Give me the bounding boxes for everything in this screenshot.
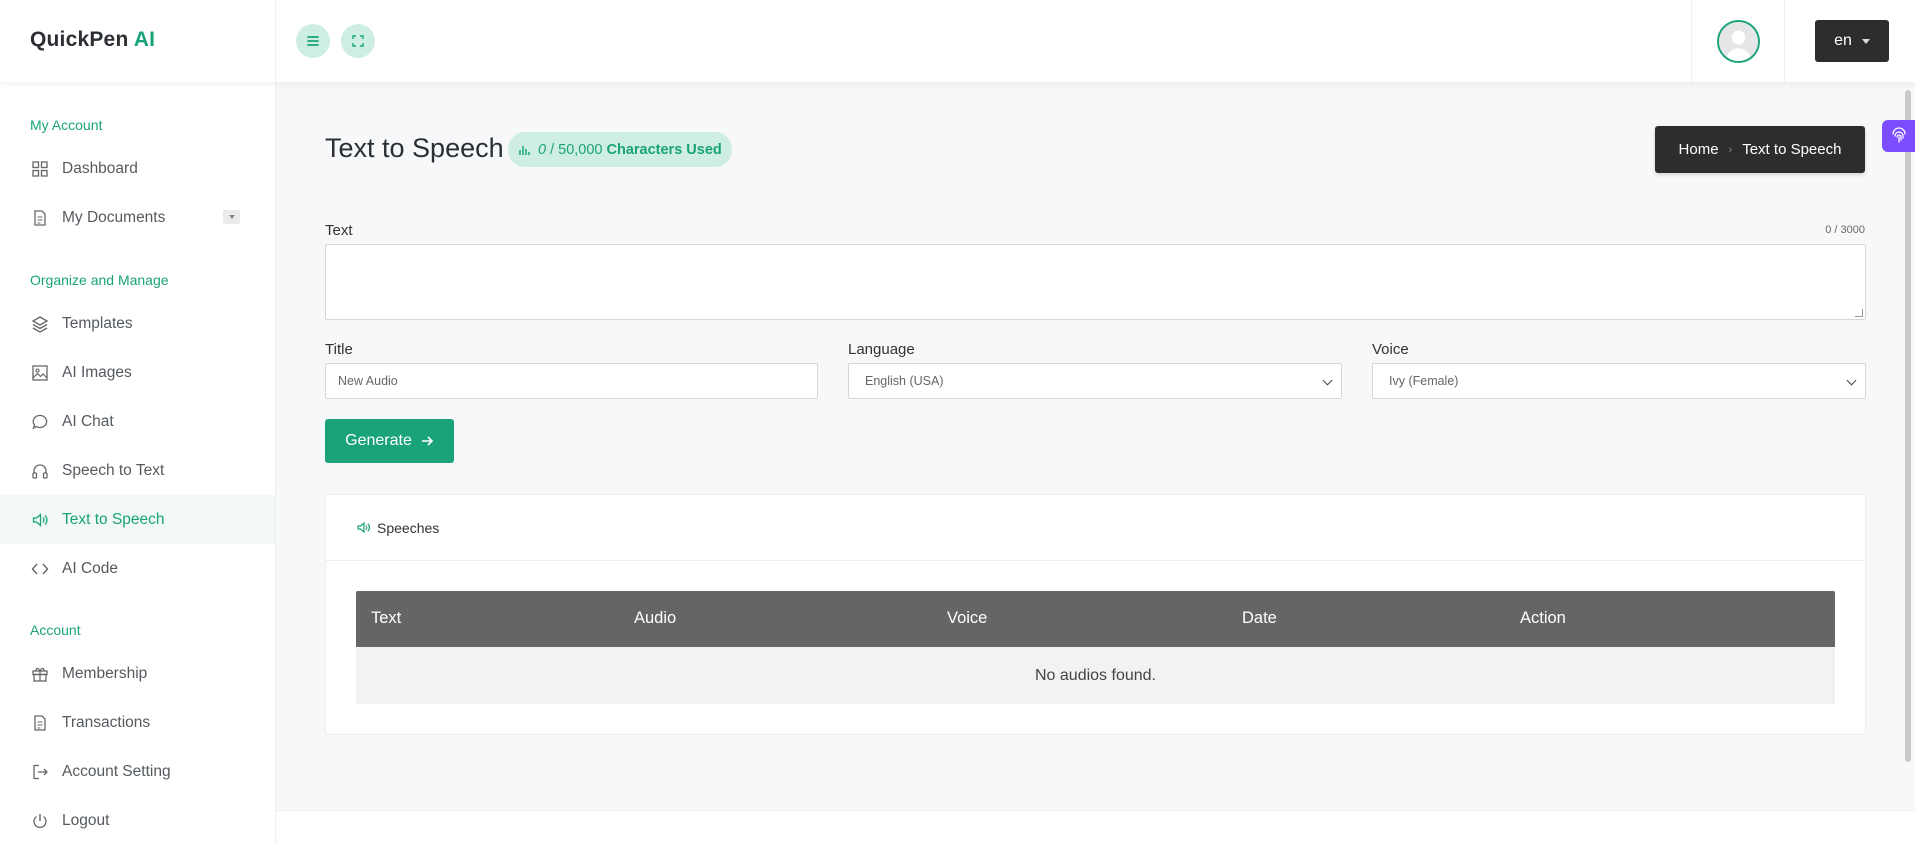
sidebar-section-title: Account — [30, 622, 81, 638]
resize-handle-icon[interactable] — [1855, 309, 1863, 317]
breadcrumb-home-link[interactable]: Home — [1679, 141, 1719, 158]
speeches-card: Speeches Text Audio Voice Date Action No… — [325, 494, 1866, 735]
chevron-down-icon — [1846, 375, 1857, 386]
hamburger-icon — [307, 36, 319, 46]
caret-down-icon — [1861, 38, 1870, 44]
sidebar-item-ai-code[interactable]: AI Code — [0, 544, 275, 593]
usage-label: Characters Used — [606, 141, 722, 158]
sidebar-item-label: My Documents — [62, 208, 166, 226]
divider — [275, 0, 276, 82]
receipt-icon — [30, 713, 50, 733]
column-header-text: Text — [371, 609, 402, 627]
column-header-date: Date — [1242, 609, 1277, 627]
speaker-icon — [30, 510, 50, 530]
document-icon — [30, 208, 50, 228]
breadcrumb: Home › Text to Speech — [1655, 126, 1865, 173]
chevron-down-icon — [1322, 375, 1333, 386]
app-logo[interactable]: QuickPen AI — [30, 28, 155, 52]
usage-total: / 50,000 — [550, 141, 603, 158]
code-icon — [30, 559, 50, 579]
sidebar-item-label: Transactions — [62, 713, 151, 731]
chat-icon — [30, 412, 50, 432]
sidebar-item-label: Membership — [62, 664, 148, 682]
my-documents-expand-button[interactable] — [223, 210, 240, 224]
sidebar-item-text-to-speech[interactable]: Text to Speech — [0, 495, 275, 544]
page-scrollbar[interactable] — [1905, 90, 1911, 762]
language-dropdown[interactable]: en — [1815, 20, 1889, 62]
bar-chart-icon — [519, 146, 530, 155]
title-placeholder: New Audio — [338, 374, 398, 388]
column-header-audio: Audio — [634, 609, 677, 627]
sidebar-section-title: Organize and Manage — [30, 272, 169, 288]
language-select-value: English (USA) — [865, 374, 944, 388]
text-input[interactable] — [325, 244, 1866, 320]
sidebar-item-templates[interactable]: Templates — [0, 299, 275, 348]
generate-label: Generate — [345, 432, 412, 449]
table-empty-row: No audios found. — [356, 647, 1835, 704]
power-icon — [30, 811, 50, 831]
sidebar-item-label: Dashboard — [62, 159, 138, 177]
language-select[interactable]: English (USA) — [848, 363, 1342, 399]
table-header: Text Audio Voice Date Action — [356, 591, 1835, 647]
sidebar-item-label: AI Chat — [62, 412, 114, 430]
sidebar-item-ai-chat[interactable]: AI Chat — [0, 397, 275, 446]
divider — [1691, 0, 1692, 82]
empty-message: No audios found. — [1035, 666, 1156, 684]
sidebar-item-logout[interactable]: Logout — [0, 796, 275, 843]
usage-used: 0 — [538, 141, 547, 158]
title-input[interactable]: New Audio — [325, 363, 818, 399]
headphones-icon — [30, 461, 50, 481]
footer — [276, 810, 1915, 843]
title-label: Title — [325, 341, 353, 358]
menu-toggle-button[interactable] — [296, 24, 330, 58]
sidebar-item-membership[interactable]: Membership — [0, 649, 275, 698]
sidebar-item-label: AI Images — [62, 363, 132, 381]
usage-badge: 0 / 50,000 Characters Used — [508, 132, 732, 167]
sidebar-item-dashboard[interactable]: Dashboard — [0, 144, 275, 193]
gift-icon — [30, 664, 50, 684]
sidebar-item-account-setting[interactable]: Account Setting — [0, 747, 275, 796]
sidebar-item-transactions[interactable]: Transactions — [0, 698, 275, 747]
floating-assistant-button[interactable] — [1882, 120, 1915, 152]
divider — [1784, 0, 1785, 82]
sidebar-item-label: Account Setting — [62, 762, 171, 780]
sidebar-item-label: Logout — [62, 811, 110, 829]
signout-icon — [30, 762, 50, 782]
layers-icon — [30, 314, 50, 334]
user-icon — [1719, 22, 1758, 61]
column-header-action: Action — [1520, 609, 1566, 627]
sidebar-item-ai-images[interactable]: AI Images — [0, 348, 275, 397]
language-label: Language — [848, 341, 915, 358]
generate-button[interactable]: Generate — [325, 419, 454, 463]
page-title: Text to Speech — [325, 133, 504, 163]
user-avatar[interactable] — [1717, 20, 1760, 63]
sidebar: My Account Dashboard My Documents Organi… — [0, 82, 276, 843]
text-label: Text — [325, 222, 353, 239]
fullscreen-button[interactable] — [341, 24, 375, 58]
language-value: en — [1834, 32, 1852, 49]
speaker-icon — [357, 521, 370, 534]
sidebar-item-label: Templates — [62, 314, 133, 332]
voice-select[interactable]: Ivy (Female) — [1372, 363, 1866, 399]
voice-label: Voice — [1372, 341, 1409, 358]
chevron-right-icon: › — [1728, 143, 1733, 156]
sidebar-item-speech-to-text[interactable]: Speech to Text — [0, 446, 275, 495]
voice-select-value: Ivy (Female) — [1389, 374, 1459, 388]
card-title: Speeches — [377, 519, 440, 536]
breadcrumb-current: Text to Speech — [1742, 141, 1842, 158]
fingerprint-icon — [1891, 127, 1906, 143]
sidebar-section-title: My Account — [30, 117, 103, 133]
top-bar: QuickPen AI en — [0, 0, 1915, 82]
card-header: Speeches — [326, 495, 1865, 561]
grid-icon — [30, 159, 50, 179]
char-counter: 0 / 3000 — [1825, 224, 1865, 236]
sidebar-item-label: AI Code — [62, 559, 119, 577]
sidebar-item-label: Speech to Text — [62, 461, 165, 479]
column-header-voice: Voice — [947, 609, 988, 627]
fullscreen-icon — [352, 35, 364, 47]
image-icon — [30, 363, 50, 383]
arrow-right-icon — [421, 436, 433, 446]
caret-down-icon — [228, 215, 235, 219]
sidebar-item-label: Text to Speech — [62, 510, 165, 528]
